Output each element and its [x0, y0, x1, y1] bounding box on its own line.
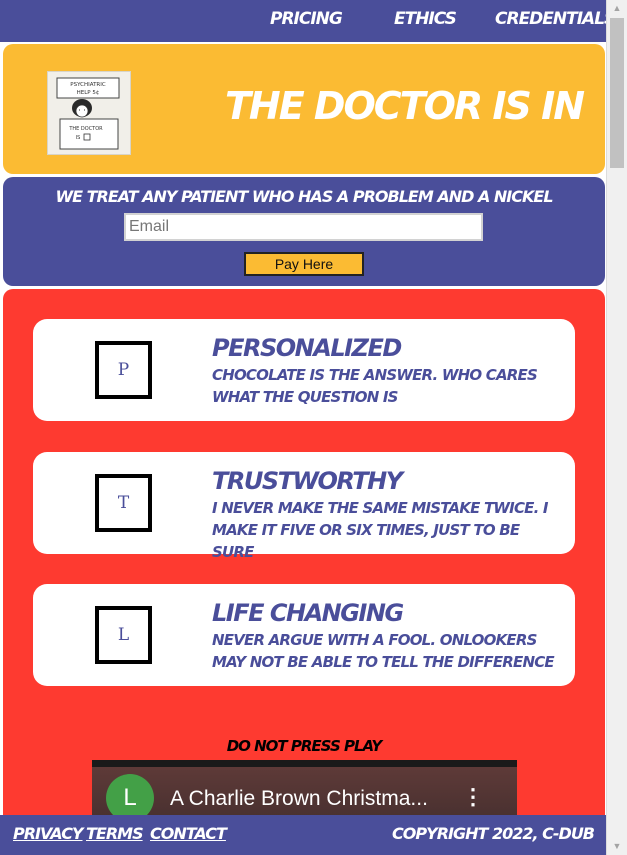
email-input[interactable] [124, 213, 483, 241]
more-options-icon[interactable]: ⋮ [462, 784, 484, 810]
page: PRICING ETHICS CREDENTIALS PSYCHIATRIC H… [0, 0, 606, 855]
logo: PSYCHIATRIC HELP 5¢ THE DOCTOR IS [47, 71, 131, 155]
svg-text:IS: IS [76, 135, 81, 141]
feature-title: TRUSTWORTHY [212, 467, 403, 495]
feature-card-personalized: P PERSONALIZED CHOCOLATE IS THE ANSWER. … [33, 319, 575, 421]
footer-link-contact[interactable]: CONTACT [150, 824, 227, 843]
feature-text: CHOCOLATE IS THE ANSWER. WHO CARES WHAT … [212, 366, 538, 406]
feature-title: PERSONALIZED [212, 334, 402, 362]
footer-link-terms[interactable]: TERMS [86, 824, 144, 843]
feature-text: NEVER ARGUE WITH A FOOL. ONLOOKERS MAY N… [212, 631, 555, 671]
letter-p-icon: P [95, 341, 152, 399]
feature-card-life-changing: L LIFE CHANGING NEVER ARGUE WITH A FOOL.… [33, 584, 575, 686]
feature-title: LIFE CHANGING [212, 599, 404, 627]
vertical-scrollbar[interactable]: ▲ ▼ [606, 0, 627, 855]
nav-link-credentials[interactable]: CREDENTIALS [495, 9, 606, 29]
lucy-psychiatric-booth-logo: PSYCHIATRIC HELP 5¢ THE DOCTOR IS [56, 77, 120, 150]
page-title: THE DOCTOR IS IN [225, 84, 585, 128]
nav-link-pricing[interactable]: PRICING [270, 9, 343, 29]
scroll-down-arrow-icon[interactable]: ▼ [607, 838, 627, 855]
feature-card-trustworthy: T TRUSTWORTHY I NEVER MAKE THE SAME MIST… [33, 452, 575, 561]
features-section: P PERSONALIZED CHOCOLATE IS THE ANSWER. … [3, 289, 605, 855]
nav-link-ethics[interactable]: ETHICS [394, 9, 457, 29]
scrollbar-thumb[interactable] [610, 18, 624, 168]
svg-text:HELP 5¢: HELP 5¢ [77, 90, 100, 96]
letter-t-icon: T [95, 474, 152, 532]
video-label: DO NOT PRESS PLAY [226, 737, 383, 755]
tagline: WE TREAT ANY PATIENT WHO HAS A PROBLEM A… [55, 187, 553, 206]
video-title[interactable]: A Charlie Brown Christma... [170, 787, 428, 811]
feature-text: I NEVER MAKE THE SAME MISTAKE TWICE. I M… [212, 499, 549, 561]
svg-text:THE DOCTOR: THE DOCTOR [68, 126, 103, 132]
copyright: COPYRIGHT 2022, C-DUB [392, 824, 595, 843]
pay-here-button[interactable]: Pay Here [244, 252, 364, 276]
footer-link-privacy[interactable]: PRIVACY [13, 824, 84, 843]
signup-banner: WE TREAT ANY PATIENT WHO HAS A PROBLEM A… [3, 177, 605, 286]
header: PSYCHIATRIC HELP 5¢ THE DOCTOR IS THE DO… [3, 44, 605, 174]
top-nav: PRICING ETHICS CREDENTIALS [0, 0, 606, 42]
footer: PRIVACY TERMS CONTACT COPYRIGHT 2022, C-… [0, 815, 606, 855]
scroll-up-arrow-icon[interactable]: ▲ [607, 0, 627, 17]
letter-l-icon: L [95, 606, 152, 664]
svg-text:PSYCHIATRIC: PSYCHIATRIC [70, 82, 106, 88]
